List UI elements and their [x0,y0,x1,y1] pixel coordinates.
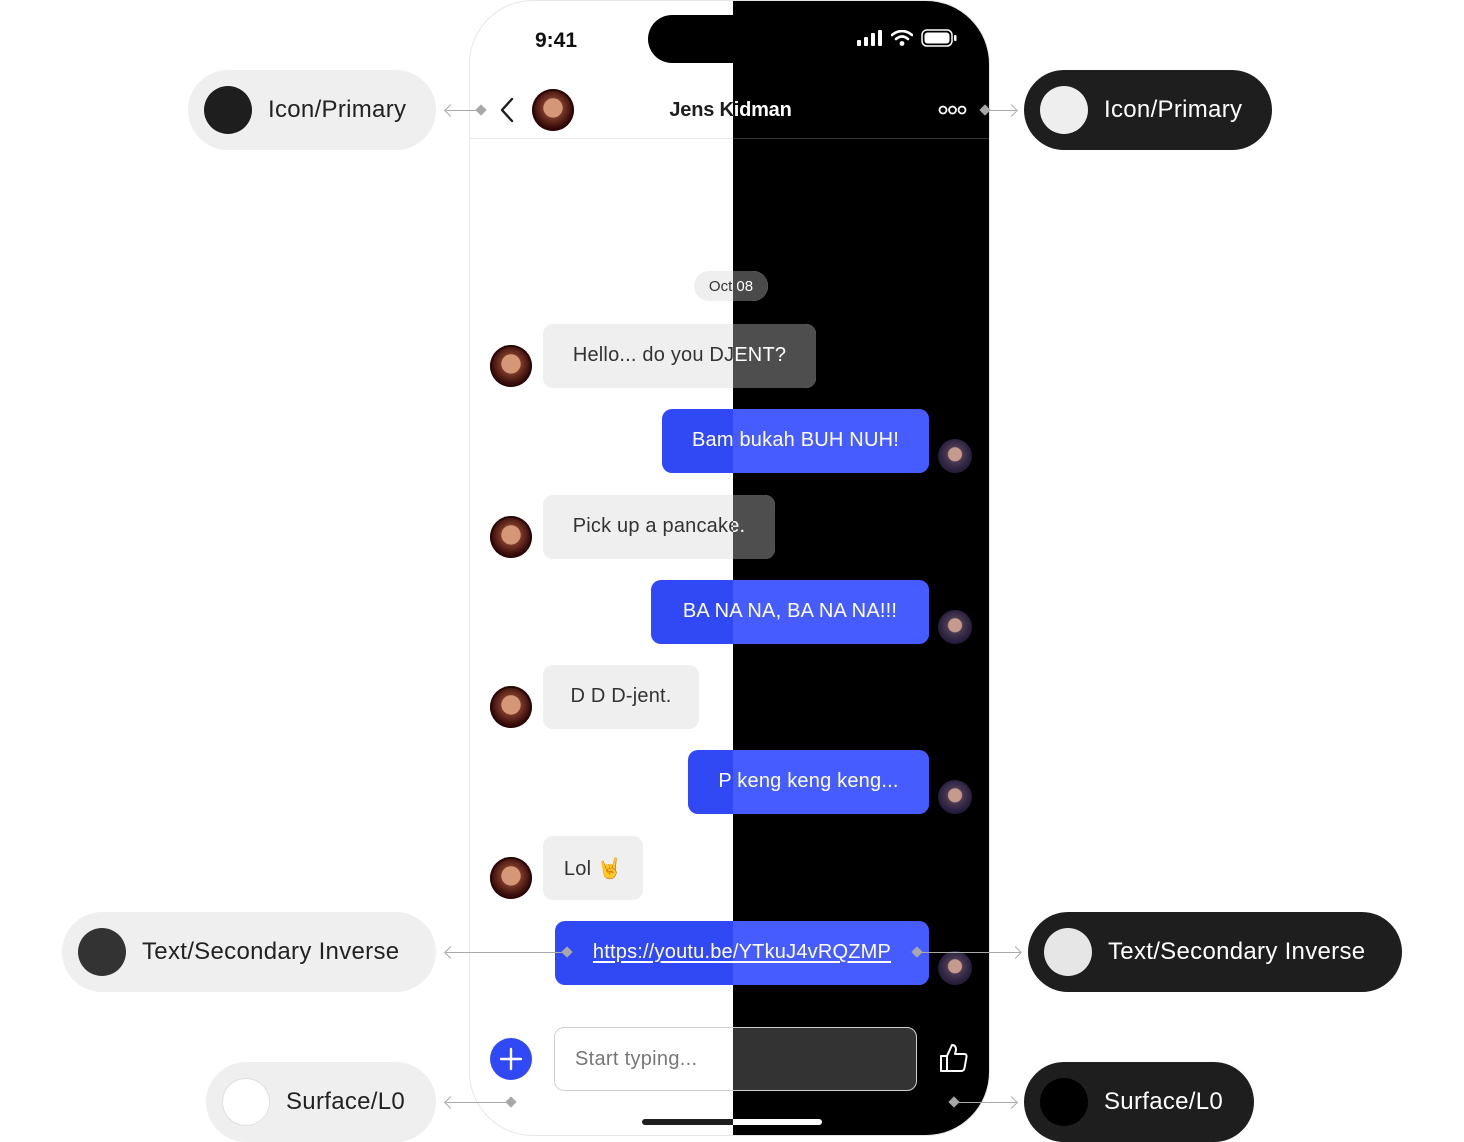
incoming-avatar [490,857,532,899]
token-pill-icon-primary-dark: Icon/Primary [1024,70,1272,150]
connector-line [920,952,1020,953]
header-divider [470,138,733,139]
color-swatch [222,1078,270,1126]
incoming-avatar [490,686,532,728]
message-bubble-incoming[interactable]: Pick up a pancake. Pick up a pancake. [543,495,775,559]
more-options-icon[interactable] [938,102,968,118]
message-bubble-outgoing[interactable]: BA NA NA, BA NA NA!!! [651,580,929,644]
message-input-placeholder: Start typing... [575,1048,698,1070]
connector-arrow [1009,946,1022,959]
message-text: D D D-jent. [570,685,672,707]
incoming-avatar [490,516,532,558]
phone-frame: 9:41 Jens Kidman Jens Kidman Oct 08 Oct … [469,0,990,1136]
token-pill-icon-primary-light: Icon/Primary [188,70,436,150]
connector-line [446,952,566,953]
plus-icon [499,1047,523,1071]
message-bubble-incoming[interactable]: Hello... do you DJENT? Hello... do you D… [543,324,816,388]
header-divider-dark [733,138,989,139]
color-swatch [204,86,252,134]
my-avatar [938,610,972,644]
token-label: Surface/L0 [1104,1088,1224,1115]
token-label: Icon/Primary [268,96,407,123]
token-label: Icon/Primary [1104,96,1243,123]
message-text: Bam bukah BUH NUH! [692,429,899,451]
message-bubble-incoming[interactable]: D D D-jent. [543,665,699,729]
color-swatch [1044,928,1092,976]
home-indicator [642,1119,822,1125]
connector-arrow [1005,104,1018,117]
color-swatch [78,928,126,976]
my-avatar [938,780,972,814]
message-input[interactable]: Start typing... [554,1027,917,1091]
message-link[interactable]: https://youtu.be/YTkuJ4vRQZMP [555,941,929,964]
token-label: Text/Secondary Inverse [1108,938,1366,965]
add-attachment-button[interactable] [490,1038,532,1080]
message-bubble-outgoing[interactable]: P keng keng keng... [688,750,929,814]
token-label: Text/Secondary Inverse [142,938,400,965]
connector-arrow [444,1096,457,1109]
connector-arrow [1005,1096,1018,1109]
message-bubble-outgoing[interactable]: https://youtu.be/YTkuJ4vRQZMP [555,921,929,985]
my-avatar [938,951,972,985]
message-bubble-incoming[interactable]: Lol 🤘 [543,836,643,900]
token-pill-surface-dark: Surface/L0 [1024,1062,1254,1142]
thumbs-up-icon[interactable] [938,1042,970,1074]
color-swatch [1040,1078,1088,1126]
color-swatch [1040,86,1088,134]
connector-arrow [444,104,457,117]
my-avatar [938,439,972,473]
token-pill-text-secondary-light: Text/Secondary Inverse [62,912,436,992]
message-text: BA NA NA, BA NA NA!!! [682,600,898,622]
incoming-avatar [490,345,532,387]
token-pill-surface-light: Surface/L0 [206,1062,436,1142]
date-separator: Oct 08 Oct 08 [694,271,768,301]
token-label: Surface/L0 [286,1088,406,1115]
message-text: Lol 🤘 [563,858,623,880]
connector-arrow [444,946,457,959]
token-pill-text-secondary-dark: Text/Secondary Inverse [1028,912,1402,992]
message-bubble-outgoing[interactable]: Bam bukah BUH NUH! [662,409,929,473]
message-text: P keng keng keng... [718,770,899,792]
